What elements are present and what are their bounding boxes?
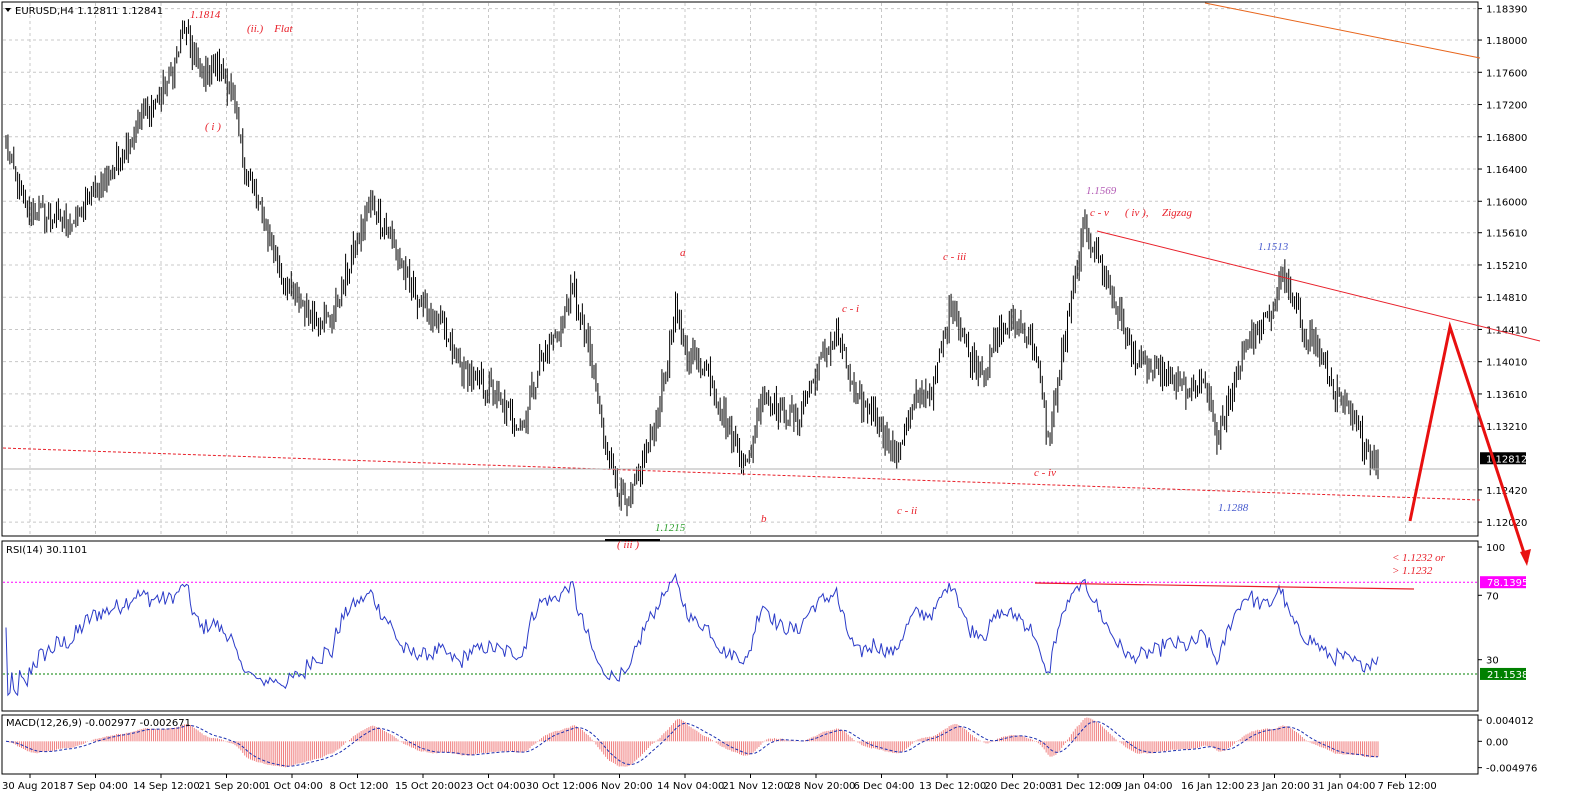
time-tick-label: 30 Aug 2018 [2,781,66,792]
annotation-wave-iii: ( iii ) [617,539,639,551]
price-tick-label: 1.16800 [1486,133,1527,144]
macd-header-text: MACD(12,26,9) -0.002977 -0.002671 [6,718,191,729]
annotation-wave-c-v: c - v [1090,207,1109,219]
time-tick-label: 16 Jan 12:00 [1181,781,1244,792]
time-tick-label: 7 Feb 12:00 [1378,781,1437,792]
time-tick-label: 1 Oct 04:00 [264,781,323,792]
price-tick-label: 1.15210 [1486,261,1527,272]
time-tick-label: 20 Dec 20:00 [985,781,1052,792]
time-tick-label: 6 Dec 04:00 [854,781,915,792]
annotation-wave-c-iv: c - iv [1034,467,1056,479]
annotation-peak-value: 1.1569 [1086,185,1117,197]
annotation-recent-low-value: 1.1288 [1218,502,1249,514]
annotation-wave-i: ( i ) [205,121,221,133]
macd-tick-label: -0.004976 [1486,764,1537,775]
annotation-lower-high-value: 1.1513 [1258,241,1289,253]
price-tick-label: 1.14810 [1486,293,1527,304]
annotation-wave-iv: ( iv ), [1125,207,1149,219]
price-tick-label: 1.14410 [1486,325,1527,336]
rsi-tick-label: 100 [1486,543,1505,554]
time-tick-label: 13 Dec 12:00 [919,781,986,792]
price-tick-label: 1.18390 [1486,5,1527,16]
annotation-wave-c-ii: c - ii [897,505,917,517]
price-header: EURUSD,H4 1.12811 1.12841 [5,6,163,17]
time-tick-label: 23 Jan 20:00 [1247,781,1310,792]
time-tick-label: 6 Nov 20:00 [592,781,653,792]
time-tick-label: 31 Dec 12:00 [1050,781,1117,792]
time-tick-label: 14 Nov 04:00 [657,781,724,792]
rsi-level-label: 78.1395 [1487,578,1528,589]
price-tick-label: 1.13610 [1486,390,1527,401]
annotation-wave-b: b [761,513,767,525]
annotation-wave-c-iii: c - iii [943,251,966,263]
price-tick-label: 1.15610 [1486,229,1527,240]
price-tick-label: 1.17600 [1486,68,1527,79]
time-tick-label: 7 Sep 04:00 [68,781,128,792]
price-tick-label: 1.13210 [1486,422,1527,433]
macd-tick-label: 0.00 [1486,737,1508,748]
price-tick-label: 1.12020 [1486,518,1527,529]
annotation-zigzag: Zigzag [1162,207,1192,219]
annotation-wave-a: a [680,247,686,259]
annotation-wave-ii-flat: (ii.) Flat [247,23,293,35]
price-tick-label: 1.16400 [1486,165,1527,176]
time-tick-label: 28 Nov 20:00 [788,781,855,792]
time-tick-label: 21 Sep 20:00 [199,781,266,792]
price-tick-label: 1.14010 [1486,358,1527,369]
price-tick-label: 1.16000 [1486,197,1527,208]
time-tick-label: 14 Sep 12:00 [133,781,200,792]
time-tick-label: 30 Oct 12:00 [526,781,591,792]
macd-tick-label: 0.004012 [1486,716,1534,727]
time-tick-label: 8 Oct 12:00 [330,781,389,792]
annotation-high-value: 1.1814 [190,9,221,21]
time-tick-label: 21 Nov 12:00 [723,781,790,792]
time-tick-label: 9 Jan 04:00 [1116,781,1173,792]
price-header-text: EURUSD,H4 1.12811 1.12841 [15,6,163,17]
rsi-tick-label: 30 [1486,656,1499,667]
price-tick-label: 1.18000 [1486,36,1527,47]
trading-chart[interactable]: 1.18390 1.18000 1.17600 1.17200 1.16800 1.164… [0,0,1571,797]
rsi-header-text: RSI(14) 30.1101 [6,545,87,556]
price-tick-label: 1.17200 [1486,101,1527,112]
annotation-low-value: 1.1215 [655,522,686,534]
rsi-level-label: 21.1538 [1487,670,1528,681]
time-tick-label: 31 Jan 04:00 [1312,781,1375,792]
time-tick-label: 15 Oct 20:00 [395,781,460,792]
rsi-tick-label: 70 [1486,591,1499,602]
annotation-wave-c-i: c - i [842,303,859,315]
time-tick-label: 23 Oct 04:00 [461,781,526,792]
